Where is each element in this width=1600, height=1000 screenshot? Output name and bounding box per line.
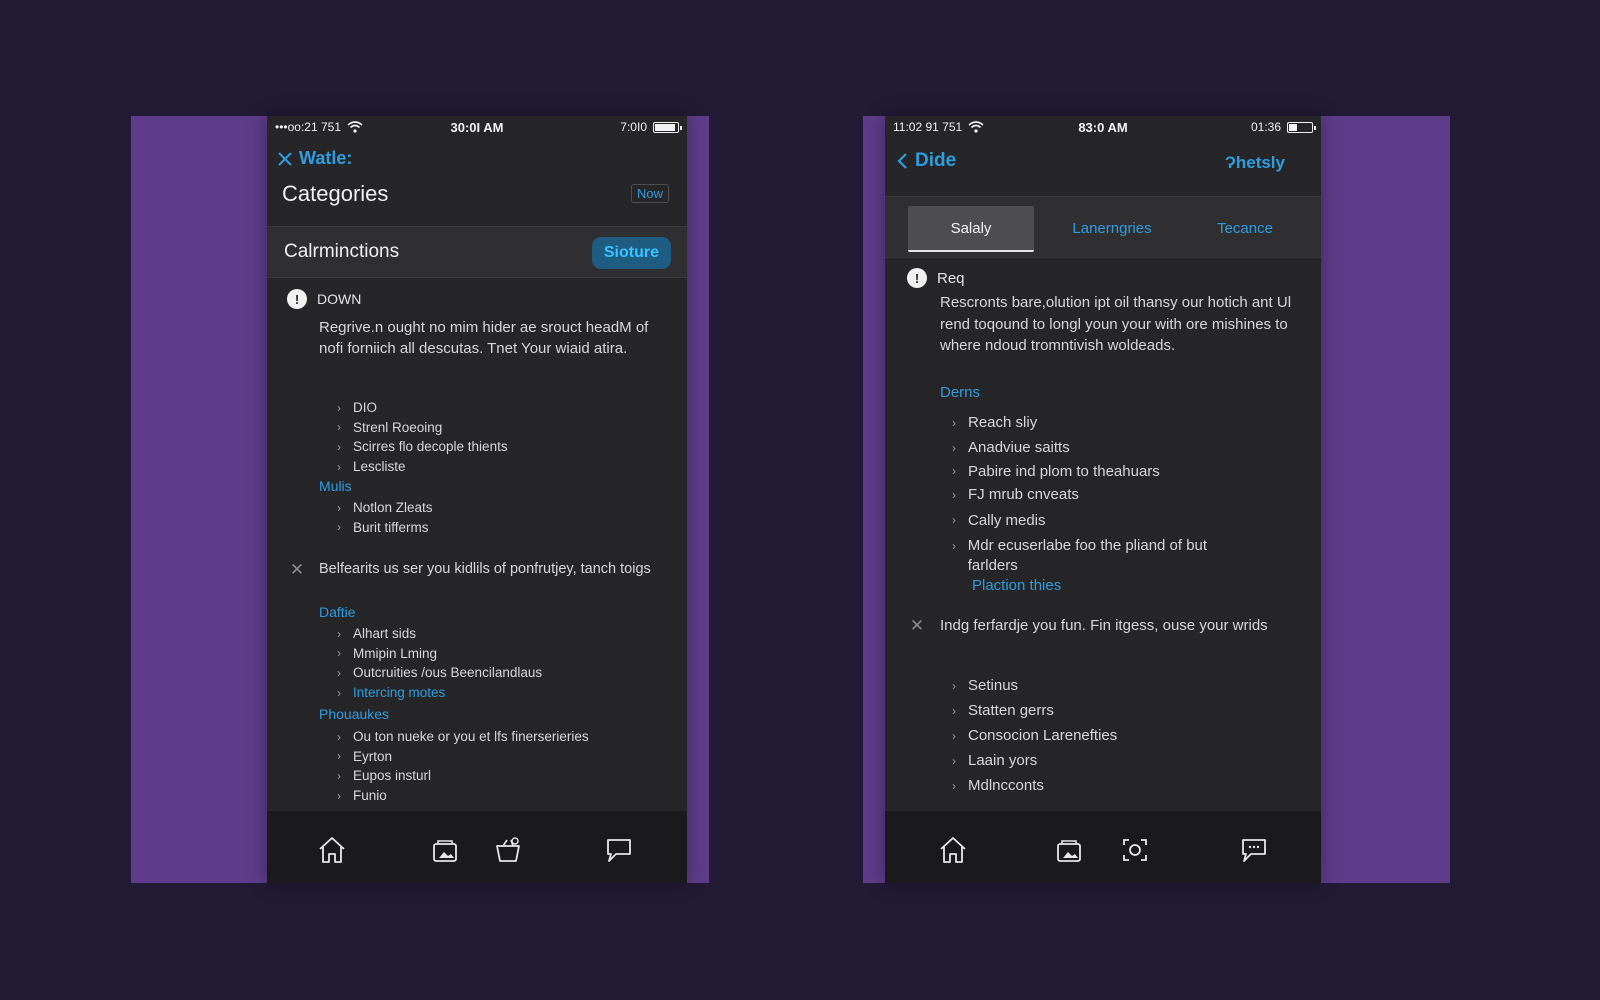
list-item[interactable]: › FJ mrub cnveats xyxy=(952,482,1252,507)
list-item[interactable]: › Mmipin Lming xyxy=(337,644,542,664)
list-item[interactable]: › Anadviue saitts xyxy=(952,435,1252,460)
battery-icon xyxy=(1287,121,1316,133)
entry-title: Req xyxy=(937,269,965,287)
entry-dismiss[interactable]: ✕ xyxy=(907,616,927,636)
now-button[interactable]: Now xyxy=(630,184,669,203)
back-label: Dide xyxy=(915,150,957,171)
chat-icon[interactable] xyxy=(602,835,634,865)
tab-bar xyxy=(885,811,1321,883)
entry-title: DOWN xyxy=(317,291,362,307)
bullet-list: › Reach sliy › Anadviue saitts › Pabire ind… xyxy=(952,410,1252,575)
list-item[interactable]: › DIO xyxy=(337,398,508,418)
tab-lanerngries[interactable]: Lanerngries xyxy=(1042,206,1182,252)
phone-screen-left: •••oo:21 751 30:0I AM 7:0I0 Watle: Categ… xyxy=(267,116,687,883)
photo-folder-icon[interactable] xyxy=(429,835,461,865)
list-item[interactable]: › Alhart sids xyxy=(337,624,542,644)
photo-folder-icon[interactable] xyxy=(1053,835,1085,865)
segmented-tabs: Salaly Lanerngries Tecance xyxy=(885,196,1321,258)
list-item[interactable]: › Reach sliy xyxy=(952,410,1252,435)
bullet-list: › Setinus › Statten gerrs › Consocion Laren… xyxy=(952,673,1117,798)
list-item[interactable]: › Scirres flo decople thients xyxy=(337,437,508,457)
list-item[interactable]: › Funio xyxy=(337,786,589,806)
list-item[interactable]: › Lescliste xyxy=(337,457,508,477)
phone-screen-right: 11:02 91 751 83:0 AM 01:36 Dide Ɂhetsly … xyxy=(885,116,1321,883)
entry-text: Rescronts bare,olution ipt oil thansy ou… xyxy=(940,294,1292,354)
battery-icon xyxy=(653,121,682,133)
list-item[interactable]: › Consocion Larenefties xyxy=(952,723,1117,748)
action-link[interactable]: Plaction thies xyxy=(972,577,1061,594)
list-item[interactable]: › Statten gerrs xyxy=(952,698,1117,723)
home-icon[interactable] xyxy=(316,835,348,865)
status-right-text: 01:36 xyxy=(1250,120,1281,134)
page-title: Categories xyxy=(282,181,389,206)
close-icon[interactable]: ✕ xyxy=(907,616,927,636)
tab-tecance[interactable]: Tecance xyxy=(1185,206,1305,252)
list-item[interactable]: › Eyrton xyxy=(337,747,589,767)
bullet-list: › Ou ton nueke or you et lfs finerserieri… xyxy=(337,727,589,805)
list-item[interactable]: › Laain yors xyxy=(952,748,1117,773)
back-button[interactable]: Dide xyxy=(895,150,956,172)
section-title: Calrminctions xyxy=(284,241,400,262)
list-item[interactable]: › Eupos insturl xyxy=(337,766,589,786)
list-item[interactable]: › Mdlncconts xyxy=(952,773,1117,798)
sublabel-link[interactable]: Daftie xyxy=(319,604,356,620)
entry-text: Belfearits us ser you kidlils of ponfrut… xyxy=(319,561,651,577)
entry-dismiss[interactable]: ✕ xyxy=(287,560,307,580)
list-item-link[interactable]: › Intercing motes xyxy=(337,683,542,703)
section-header: Calrminctions Sioture xyxy=(267,226,687,278)
nav-action-button[interactable]: Ɂhetsly xyxy=(1225,153,1285,173)
list-item[interactable]: › Burit tifferms xyxy=(337,518,433,538)
close-icon[interactable]: ✕ xyxy=(287,560,307,580)
status-bar: •••oo:21 751 30:0I AM 7:0I0 xyxy=(267,116,687,138)
list-item[interactable]: › Strenl Roeoing xyxy=(337,418,508,438)
status-bar: 11:02 91 751 83:0 AM 01:36 xyxy=(885,116,1321,138)
list-item[interactable]: › Ou ton nueke or you et lfs finerserieri… xyxy=(337,727,589,747)
back-label: Watle: xyxy=(299,148,353,168)
section-pill-button[interactable]: Sioture xyxy=(591,237,671,269)
bullet-list: › Notlon Zleats › Burit tifferms xyxy=(337,498,433,537)
status-right-text: 7:0I0 xyxy=(620,120,647,134)
close-back-button[interactable]: Watle: xyxy=(277,148,352,169)
tab-bar xyxy=(267,811,687,883)
entry-text: Regrive.n ought no mim hider ae srouct h… xyxy=(319,319,649,357)
list-item[interactable]: › Pabire ind plom to theahuars xyxy=(952,460,1252,482)
list-item[interactable]: › Setinus xyxy=(952,673,1117,698)
tab-salaly[interactable]: Salaly xyxy=(908,206,1034,252)
bullet-list: › Alhart sids › Mmipin Lming › Outcruities … xyxy=(337,624,542,702)
home-icon[interactable] xyxy=(937,835,969,865)
entry-header[interactable]: ! Req xyxy=(907,268,965,288)
scan-icon[interactable] xyxy=(1119,835,1151,865)
bullet-list: › DIO › Strenl Roeoing › Scirres flo decopl… xyxy=(337,398,508,476)
sublabel-link[interactable]: Phouaukes xyxy=(319,706,389,722)
entry-header[interactable]: ! DOWN xyxy=(287,289,361,309)
list-item[interactable]: › Notlon Zleats xyxy=(337,498,433,518)
list-item[interactable]: › Outcruities /ous Beencilandlaus xyxy=(337,663,542,683)
list-item[interactable]: › Cally medis xyxy=(952,507,1252,533)
list-item[interactable]: › Mdr ecuserlabe foo the pliand of but fa… xyxy=(952,533,1252,575)
entry-text: Indg ferfardje you fun. Fin itgess, ouse… xyxy=(940,617,1268,634)
sublabel-link[interactable]: Mulis xyxy=(319,478,352,494)
basket-icon[interactable] xyxy=(492,835,524,865)
sublabel-link[interactable]: Derns xyxy=(940,384,980,401)
close-icon xyxy=(278,151,292,166)
info-icon: ! xyxy=(287,289,307,309)
chat-icon[interactable] xyxy=(1237,835,1269,865)
info-icon: ! xyxy=(907,268,927,288)
chevron-left-icon xyxy=(897,153,907,169)
